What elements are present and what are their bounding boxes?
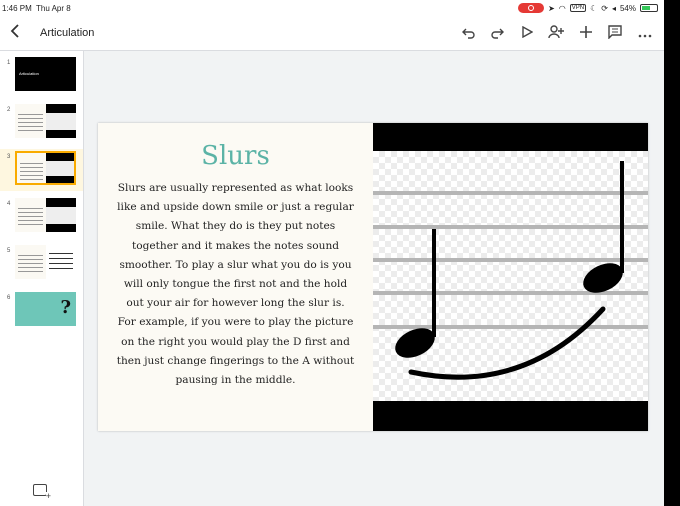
comment-icon (608, 25, 622, 40)
slide-thumbnail-row-selected[interactable]: 3 (0, 149, 83, 191)
battery-icon (640, 4, 658, 12)
slide-number: 1 (7, 60, 11, 66)
slide-thumbnail[interactable]: Articulation (15, 57, 76, 91)
status-date: Thu Apr 8 (36, 4, 71, 13)
status-bar: 1:46 PM Thu Apr 8 ➤ ◠ VPN ☾ ⟳ ◂ 54% (0, 0, 664, 18)
more-icon (638, 34, 652, 38)
slide-title[interactable]: Slurs (98, 141, 373, 171)
slide-number: 6 (7, 295, 11, 301)
redo-button[interactable] (488, 25, 506, 43)
slide-thumbnail-row[interactable]: 1 Articulation (0, 55, 83, 97)
share-button[interactable] (547, 25, 565, 43)
slur-notation-icon (373, 161, 648, 380)
slide-number: 4 (7, 201, 11, 207)
slide-number: 3 (7, 154, 11, 160)
play-icon (522, 25, 534, 39)
slide-number: 2 (7, 107, 11, 113)
slide-thumbnail[interactable] (15, 245, 76, 279)
slide-thumbnail-row[interactable]: 4 (0, 196, 83, 238)
toolbar: Articulation (0, 18, 664, 51)
app-screen: 1:46 PM Thu Apr 8 ➤ ◠ VPN ☾ ⟳ ◂ 54% Arti… (0, 0, 664, 506)
status-time: 1:46 PM (2, 4, 32, 13)
chevron-left-icon (10, 24, 19, 38)
slide-thumbnail[interactable]: ? (15, 292, 76, 326)
location-icon: ➤ (548, 3, 555, 13)
slide-thumbnail[interactable] (15, 198, 76, 232)
slide-thumbnail-row[interactable]: 2 (0, 102, 83, 144)
insert-button[interactable] (577, 25, 595, 43)
vpn-badge: VPN (569, 4, 587, 12)
wifi-icon: ◠ (558, 3, 566, 13)
slide-body-text[interactable]: Slurs are usually represented as what lo… (116, 179, 355, 390)
lock-rotation-icon: ⟳ (601, 3, 608, 13)
undo-button[interactable] (460, 25, 478, 43)
question-mark-icon: ? (60, 297, 71, 318)
slide-thumbnail-row[interactable]: 5 (0, 243, 83, 285)
signal-icon: ◂ (611, 3, 616, 13)
slide-number: 5 (7, 248, 11, 254)
document-title[interactable]: Articulation (40, 27, 94, 39)
slide-text-panel: Slurs Slurs are usually represented as w… (98, 123, 373, 431)
present-button[interactable] (518, 25, 536, 43)
add-slide-button[interactable] (33, 484, 52, 501)
slide-canvas[interactable]: Slurs Slurs are usually represented as w… (98, 123, 648, 431)
back-button[interactable] (6, 24, 24, 42)
music-slur-image[interactable] (373, 151, 648, 401)
more-button[interactable] (636, 25, 654, 43)
redo-icon (491, 28, 504, 39)
thumbnail-title: Articulation (19, 71, 39, 76)
slide-thumbnail-row[interactable]: 6 ? (0, 290, 83, 332)
comment-button[interactable] (606, 25, 624, 43)
screen-record-icon[interactable] (518, 3, 545, 13)
add-person-icon (548, 25, 564, 39)
slide-thumbnail[interactable] (15, 104, 76, 138)
undo-icon (462, 28, 475, 39)
slide-image-panel[interactable] (373, 123, 648, 431)
slide-thumbnail-selected[interactable] (15, 151, 76, 185)
status-icons: ➤ ◠ VPN ☾ ⟳ ◂ 54% (518, 3, 658, 13)
plus-icon (580, 26, 592, 38)
moon-icon: ☾ (590, 3, 598, 13)
slide-sidebar: 1 Articulation 2 3 4 5 6 ? + (0, 51, 84, 506)
battery-percent: 54% (619, 3, 636, 13)
